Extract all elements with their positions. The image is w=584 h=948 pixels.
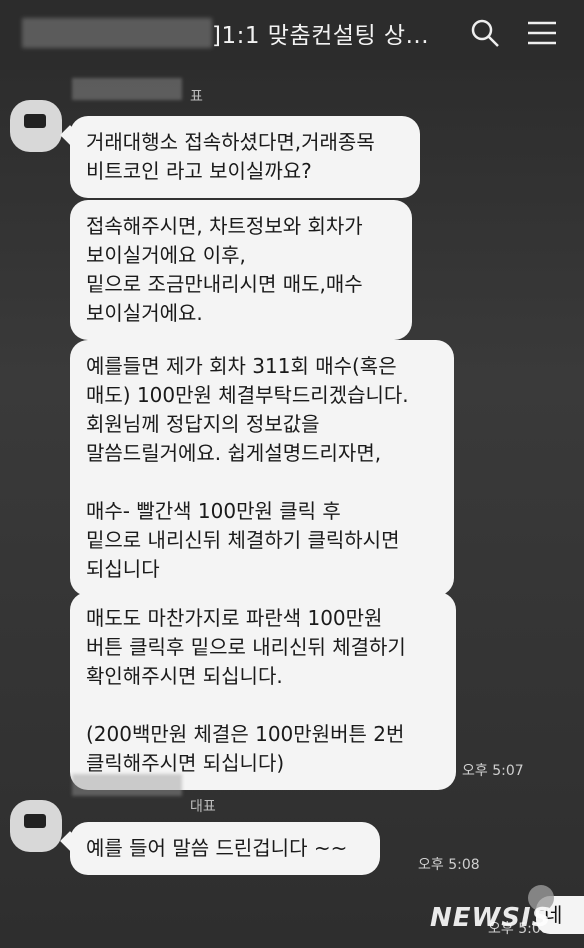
message-bubble[interactable]: 접속해주시면, 차트정보와 회차가 보이실거에요 이후, 밑으로 조금만내리시면… [70, 200, 412, 340]
chat-header: ]1:1 맞춤컨설팅 상... [0, 0, 584, 70]
hamburger-menu-icon[interactable] [526, 18, 558, 48]
message-timestamp: 오후 5:07 [462, 763, 524, 779]
redacted-sender-name [72, 774, 182, 796]
sender-avatar[interactable] [10, 100, 62, 152]
sender-name-suffix: 대표 [190, 799, 216, 815]
message-bubble[interactable]: 예를 들어 말씀 드린겁니다 ~~ [70, 822, 380, 875]
message-bubble[interactable]: 예를들면 제가 회차 311회 매수(혹은 매도) 100만원 체결부탁드리겠습… [70, 340, 454, 596]
redacted-sender-name [72, 78, 182, 100]
sender-avatar[interactable] [10, 800, 62, 852]
sender-name-suffix: 표 [190, 89, 203, 105]
message-bubble[interactable]: 매도도 마찬가지로 파란색 100만원 버튼 클릭후 밑으로 내리신뒤 체결하기… [70, 592, 456, 790]
search-icon[interactable] [470, 18, 500, 48]
chat-room-title: ]1:1 맞춤컨설팅 상... [212, 23, 430, 49]
message-bubble[interactable]: 거래대행소 접속하셨다면,거래종목 비트코인 라고 보이실까요? [70, 116, 420, 198]
redacted-back-area[interactable] [22, 18, 212, 48]
message-timestamp: 오후 5:08 [418, 857, 480, 873]
newsis-watermark: NEWSIS [430, 903, 552, 933]
